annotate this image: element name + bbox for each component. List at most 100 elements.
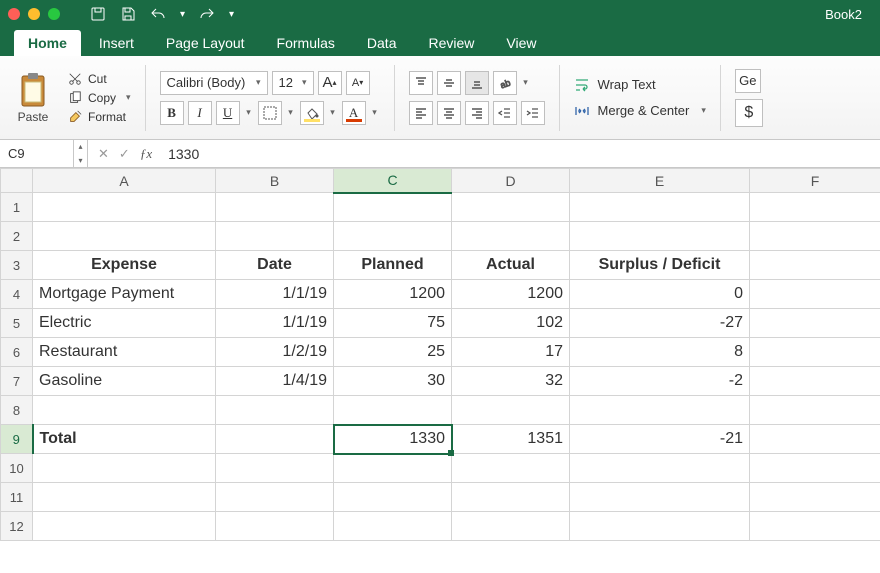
cell[interactable] — [750, 425, 880, 454]
cell[interactable] — [334, 396, 452, 425]
row-header[interactable]: 12 — [1, 512, 33, 541]
row-header[interactable]: 11 — [1, 483, 33, 512]
cell[interactable] — [750, 280, 880, 309]
cell[interactable] — [33, 454, 216, 483]
undo-dropdown-icon[interactable]: ▾ — [180, 9, 185, 20]
cell[interactable] — [570, 512, 750, 541]
align-middle-button[interactable] — [437, 71, 461, 95]
cell-actual[interactable]: 17 — [452, 338, 570, 367]
cell-date[interactable]: 1/1/19 — [216, 280, 334, 309]
cell[interactable] — [452, 483, 570, 512]
font-size-select[interactable]: 12▾ — [272, 71, 314, 95]
chevron-down-icon[interactable]: ▾ — [521, 71, 531, 95]
cell[interactable] — [216, 454, 334, 483]
header-actual[interactable]: Actual — [452, 251, 570, 280]
chevron-down-icon[interactable]: ▾ — [244, 101, 254, 125]
cell[interactable] — [750, 396, 880, 425]
header-surplus[interactable]: Surplus / Deficit — [570, 251, 750, 280]
name-box-stepper[interactable]: ▴▾ — [74, 140, 88, 167]
name-box[interactable]: C9 — [0, 140, 74, 167]
cell[interactable] — [452, 454, 570, 483]
cell-date[interactable]: 1/4/19 — [216, 367, 334, 396]
cell-date[interactable]: 1/2/19 — [216, 338, 334, 367]
cell-actual[interactable]: 102 — [452, 309, 570, 338]
cut-button[interactable]: Cut — [68, 72, 131, 86]
cell-surplus[interactable]: -2 — [570, 367, 750, 396]
tab-review[interactable]: Review — [414, 30, 488, 56]
minimize-window-button[interactable] — [28, 8, 40, 20]
cell-planned[interactable]: 25 — [334, 338, 452, 367]
cell[interactable] — [750, 338, 880, 367]
cell[interactable] — [216, 483, 334, 512]
col-header-C[interactable]: C — [334, 169, 452, 193]
stepper-down-icon[interactable]: ▾ — [74, 154, 87, 168]
row-header[interactable]: 3 — [1, 251, 33, 280]
italic-button[interactable]: I — [188, 101, 212, 125]
cell-surplus[interactable]: -27 — [570, 309, 750, 338]
cell[interactable] — [452, 222, 570, 251]
align-bottom-button[interactable] — [465, 71, 489, 95]
worksheet-grid[interactable]: A B C D E F 1 2 3 Expense Date Planned A… — [0, 168, 880, 541]
format-painter-button[interactable]: Format — [68, 110, 131, 124]
row-header[interactable]: 9 — [1, 425, 33, 454]
font-color-button[interactable]: A — [342, 101, 366, 125]
col-header-B[interactable]: B — [216, 169, 334, 193]
cell[interactable] — [452, 512, 570, 541]
header-date[interactable]: Date — [216, 251, 334, 280]
increase-font-button[interactable]: A▴ — [318, 71, 342, 95]
cell-planned[interactable]: 75 — [334, 309, 452, 338]
chevron-down-icon[interactable]: ▾ — [286, 101, 296, 125]
col-header-A[interactable]: A — [33, 169, 216, 193]
cell[interactable] — [570, 396, 750, 425]
underline-button[interactable]: U — [216, 101, 240, 125]
align-left-button[interactable] — [409, 101, 433, 125]
number-format-select[interactable]: Ge — [735, 69, 761, 93]
select-all-corner[interactable] — [1, 169, 33, 193]
fill-color-button[interactable] — [300, 101, 324, 125]
col-header-D[interactable]: D — [452, 169, 570, 193]
cell[interactable] — [750, 193, 880, 222]
align-center-button[interactable] — [437, 101, 461, 125]
cell-total-label[interactable]: Total — [33, 425, 216, 454]
cell-expense[interactable]: Gasoline — [33, 367, 216, 396]
cell-expense[interactable]: Restaurant — [33, 338, 216, 367]
cell-total-surplus[interactable]: -21 — [570, 425, 750, 454]
cell-total-planned[interactable]: 1330 — [334, 425, 452, 454]
fx-icon[interactable]: ƒx — [140, 146, 152, 162]
tab-home[interactable]: Home — [14, 30, 81, 56]
save-icon[interactable] — [120, 6, 136, 22]
cell[interactable] — [33, 396, 216, 425]
cell[interactable] — [216, 222, 334, 251]
cell[interactable] — [216, 512, 334, 541]
cell-planned[interactable]: 30 — [334, 367, 452, 396]
tab-view[interactable]: View — [492, 30, 550, 56]
cell[interactable] — [216, 425, 334, 454]
row-header[interactable]: 6 — [1, 338, 33, 367]
accounting-format-button[interactable]: $ — [735, 99, 763, 127]
row-header[interactable]: 2 — [1, 222, 33, 251]
autosave-icon[interactable] — [90, 6, 106, 22]
increase-indent-button[interactable] — [521, 101, 545, 125]
maximize-window-button[interactable] — [48, 8, 60, 20]
cell[interactable] — [334, 483, 452, 512]
borders-button[interactable] — [258, 101, 282, 125]
cell[interactable] — [750, 251, 880, 280]
row-header[interactable]: 4 — [1, 280, 33, 309]
cell[interactable] — [570, 454, 750, 483]
orientation-button[interactable]: ab — [493, 71, 517, 95]
copy-button[interactable]: Copy▾ — [68, 91, 131, 105]
header-expense[interactable]: Expense — [33, 251, 216, 280]
cell[interactable] — [750, 512, 880, 541]
font-family-select[interactable]: Calibri (Body)▾ — [160, 71, 268, 95]
close-window-button[interactable] — [8, 8, 20, 20]
merge-center-button[interactable]: Merge & Center▾ — [574, 103, 706, 119]
tab-data[interactable]: Data — [353, 30, 411, 56]
cell-actual[interactable]: 32 — [452, 367, 570, 396]
col-header-E[interactable]: E — [570, 169, 750, 193]
cell[interactable] — [33, 512, 216, 541]
bold-button[interactable]: B — [160, 101, 184, 125]
quick-access-more-icon[interactable]: ▾ — [229, 9, 234, 20]
cell[interactable] — [570, 222, 750, 251]
decrease-indent-button[interactable] — [493, 101, 517, 125]
cancel-formula-button[interactable]: ✕ — [98, 146, 109, 162]
